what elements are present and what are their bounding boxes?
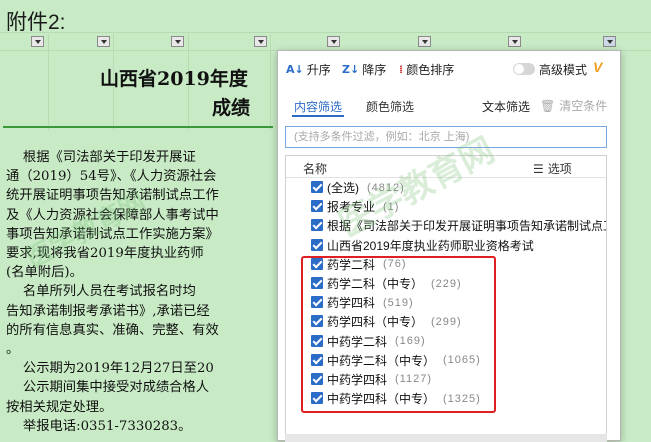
cell-selection-border <box>3 126 273 128</box>
list-options-button[interactable]: ☰ 选项 <box>533 160 572 177</box>
advanced-mode-label: 高级模式 <box>539 63 588 77</box>
checkbox[interactable] <box>311 181 323 193</box>
sort-descending-label: 降序 <box>362 63 387 77</box>
trash-icon: 🗑 <box>540 98 556 113</box>
advanced-mode-toggle[interactable] <box>513 63 535 75</box>
column-filter-button[interactable] <box>97 36 110 47</box>
options-icon: ☰ <box>533 161 544 176</box>
checkbox[interactable] <box>311 238 323 251</box>
tab-color-filter[interactable]: 颜色筛选 <box>366 98 414 115</box>
text-filter-button[interactable]: 文本筛选 <box>482 98 530 115</box>
column-filter-button[interactable] <box>171 36 184 47</box>
sort-descending-button[interactable]: Z↓ 降序 <box>342 61 386 78</box>
color-sort-label: 颜色排序 <box>406 63 455 77</box>
document-title-line1: 山西省2019年度 <box>100 68 248 90</box>
grid-line <box>0 32 651 33</box>
color-sort-icon: ⁞ <box>399 63 404 76</box>
document-title-line2: 成绩 <box>212 97 251 119</box>
list-header-name: 名称 <box>303 162 328 176</box>
sort-ascending-button[interactable]: A↓ 升序 <box>286 61 331 78</box>
column-filter-button-active[interactable] <box>603 36 616 47</box>
active-tab-indicator <box>292 115 344 117</box>
column-filter-button[interactable] <box>327 36 340 47</box>
sort-ascending-label: 升序 <box>306 63 331 77</box>
list-options-label: 选项 <box>547 162 572 176</box>
clear-conditions-label: 清空条件 <box>559 99 608 113</box>
color-sort-button[interactable]: ⁞ 颜色排序 <box>399 61 454 78</box>
grid-line <box>270 34 271 130</box>
checkbox[interactable] <box>311 200 323 213</box>
column-filter-button[interactable] <box>508 36 521 47</box>
sort-ascending-icon: A↓ <box>286 63 304 76</box>
filter-list-item[interactable]: 山西省2019年度执业药师职业资格考试 <box>286 236 606 255</box>
vip-icon: V <box>593 59 603 75</box>
sort-descending-icon: Z↓ <box>342 63 360 76</box>
highlight-annotation-box <box>301 256 496 413</box>
grid-line <box>48 34 49 130</box>
column-filter-button[interactable] <box>254 36 267 47</box>
clear-conditions-button[interactable]: 🗑 清空条件 <box>540 97 607 114</box>
column-filter-button[interactable] <box>31 36 44 47</box>
column-filter-button[interactable] <box>418 36 431 47</box>
tab-content-filter[interactable]: 内容筛选 <box>294 98 342 115</box>
filter-list-item[interactable]: 根据《司法部关于印发开展证明事项告知承诺制试点工 <box>286 216 606 235</box>
checkbox[interactable] <box>311 219 323 232</box>
